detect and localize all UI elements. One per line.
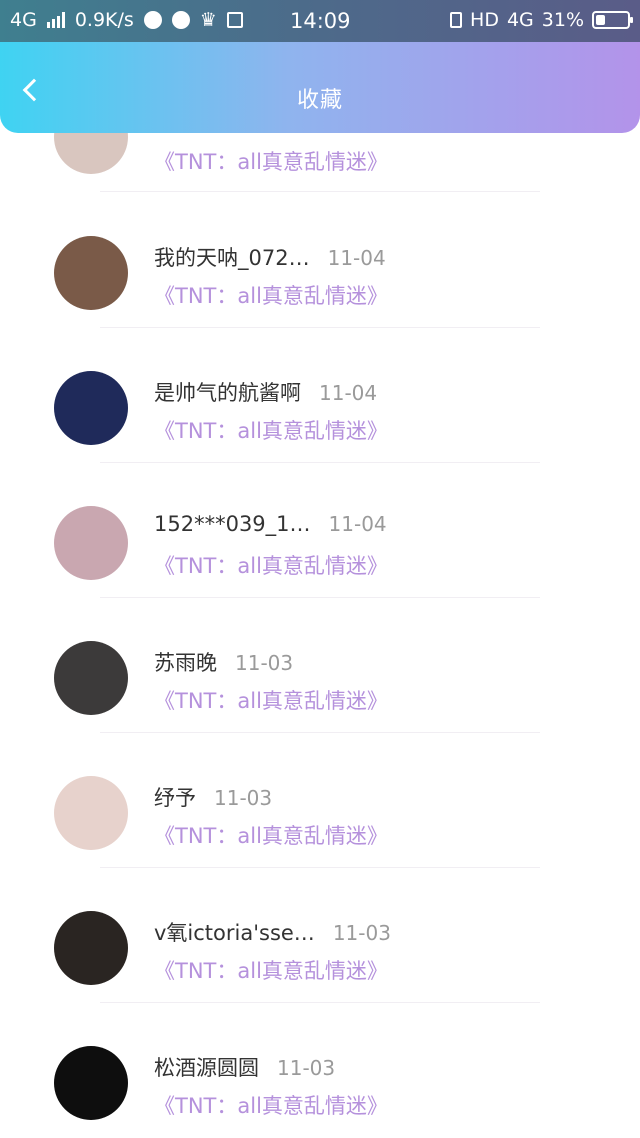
timestamp: 11-04 [319,381,378,405]
vibrate-icon [450,12,463,28]
list-item[interactable]: 苏雨晚 11-03 《TNT：all真意乱情迷》 [0,597,640,733]
hd-label: HD [470,9,499,31]
work-title: 《TNT：all真意乱情迷》 [154,284,388,308]
clock: 14:09 [290,9,351,33]
status-left: 4G 0.9K/s ♛ [10,9,243,31]
avatar[interactable] [54,371,128,445]
work-title: 《TNT：all真意乱情迷》 [154,419,388,443]
network-type-2: 4G [506,9,534,31]
wechat-icon [171,11,190,29]
app-icon [226,12,243,28]
timestamp: 11-03 [332,921,391,945]
header: 收藏 [0,42,640,133]
work-title: 《TNT：all真意乱情迷》 [154,824,388,848]
avatar[interactable] [54,911,128,985]
list-item[interactable]: 纾予 11-03 《TNT：all真意乱情迷》 [0,732,640,868]
battery-level [596,15,605,25]
user-name: 纾予 11-03 [154,786,273,810]
top-bar: 4G 0.9K/s ♛ 14:09 HD 4G 31% 收藏 [0,0,640,133]
timestamp: 11-03 [214,786,273,810]
user-name: 是帅气的航酱啊 11-04 [154,381,378,405]
status-right: HD 4G 31% [450,9,633,31]
network-speed: 0.9K/s [74,9,134,31]
timestamp: 11-04 [327,246,386,270]
network-type: 4G [10,9,37,31]
user-name: 松酒源圆圆 11-03 [154,1056,336,1080]
list-item[interactable]: 是帅气的航酱啊 11-04 《TNT：all真意乱情迷》 [0,327,640,463]
battery-percent: 31% [541,9,584,31]
user-name: 152***039_1… 11-04 [154,512,387,536]
work-title: 《TNT：all真意乱情迷》 [154,1094,388,1118]
avatar[interactable] [54,1046,128,1120]
crown-icon: ♛ [199,9,217,31]
work-title: 《TNT：all真意乱情迷》 [154,689,388,713]
work-title: 《TNT：all真意乱情迷》 [154,150,388,174]
timestamp: 11-03 [235,651,294,675]
list-item[interactable]: 152***039_1… 11-04 《TNT：all真意乱情迷》 [0,462,640,598]
user-name: 我的天呐_072… 11-04 [154,246,386,270]
list-item[interactable]: v氧ictoria'sse… 11-03 《TNT：all真意乱情迷》 [0,867,640,1003]
timestamp: 11-04 [328,512,387,536]
browser-icon [143,11,162,29]
work-title: 《TNT：all真意乱情迷》 [154,959,388,983]
user-name: v氧ictoria'sse… 11-03 [154,921,391,945]
status-bar: 4G 0.9K/s ♛ 14:09 HD 4G 31% [0,0,640,42]
list-item[interactable]: 松酒源圆圆 11-03 《TNT：all真意乱情迷》 [0,1002,640,1137]
battery-icon [592,11,633,29]
timestamp: 11-03 [277,1056,336,1080]
list-item[interactable]: 我的天呐_072… 11-04 《TNT：all真意乱情迷》 [0,192,640,328]
work-title: 《TNT：all真意乱情迷》 [154,554,388,578]
avatar[interactable] [54,641,128,715]
avatar[interactable] [54,776,128,850]
page-title: 收藏 [296,88,343,113]
signal-icon [46,12,65,28]
user-name: 苏雨晚 11-03 [154,651,294,675]
avatar[interactable] [54,236,128,310]
avatar[interactable] [54,506,128,580]
